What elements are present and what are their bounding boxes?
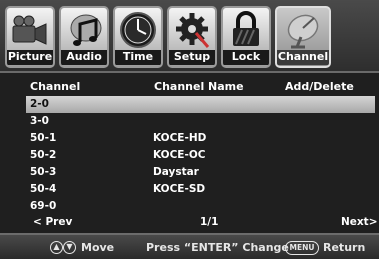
channel-name: KOCE-OC [153, 149, 206, 161]
next-page-button[interactable]: Next> [341, 216, 378, 228]
channel-number: 69-0 [30, 200, 57, 212]
tab-label: Lock [223, 50, 269, 65]
channel-row[interactable]: 69-0 [26, 198, 375, 215]
menu-key-icon: MENU [285, 241, 319, 255]
page-navigation: < Prev 1/1 Next> [0, 215, 379, 231]
channel-row[interactable]: 3-0 [26, 113, 375, 130]
tab-time[interactable]: Time [113, 6, 163, 68]
channel-name: KOCE-HD [153, 132, 207, 144]
channel-list: 2-0 3-0 50-1 KOCE-HD 50-2 KOCE-OC 50-3 D… [0, 96, 379, 214]
tab-label: Time [115, 50, 161, 65]
header-channel: Channel [30, 80, 81, 93]
tab-setup[interactable]: Setup [167, 6, 217, 68]
channel-name: Daystar [153, 166, 199, 178]
footer-help-bar: ▲ ▼ Move Press “ENTER” Change MENU Retur… [0, 233, 379, 259]
move-hint: Move [81, 241, 115, 254]
tab-picture[interactable]: Picture [5, 6, 55, 68]
tab-audio[interactable]: Audio [59, 6, 109, 68]
tab-label: Channel [277, 50, 329, 65]
camera-icon [12, 15, 47, 45]
menu-tab-bar: Picture Audio Time Setup Lock Channel [0, 0, 379, 73]
channel-number: 50-2 [30, 149, 57, 161]
channel-number: 50-1 [30, 132, 57, 144]
channel-number: 3-0 [30, 115, 49, 127]
channel-number: 50-4 [30, 183, 57, 195]
tab-lock[interactable]: Lock [221, 6, 271, 68]
channel-row[interactable]: 2-0 [26, 96, 375, 113]
down-arrow-icon: ▼ [63, 241, 76, 254]
up-arrow-icon: ▲ [50, 241, 63, 254]
tab-channel[interactable]: Channel [275, 6, 331, 68]
return-hint: Return [323, 241, 366, 254]
channel-menu-screen: Picture Audio Time Setup Lock Channel Ch… [0, 0, 379, 259]
tab-label: Audio [61, 50, 107, 65]
clock-icon [120, 12, 156, 48]
header-add-delete: Add/Delete [285, 80, 354, 93]
channel-number: 50-3 [30, 166, 57, 178]
satellite-dish-icon [287, 14, 319, 49]
padlock-icon [233, 11, 259, 46]
music-note-icon [70, 14, 102, 46]
prev-page-button[interactable]: < Prev [33, 216, 72, 228]
page-indicator: 1/1 [200, 216, 219, 228]
enter-hint: Press “ENTER” Change [146, 241, 289, 254]
channel-row[interactable]: 50-1 KOCE-HD [26, 130, 375, 147]
channel-row[interactable]: 50-4 KOCE-SD [26, 181, 375, 198]
channel-name: KOCE-SD [153, 183, 206, 195]
tab-label: Picture [7, 50, 53, 65]
gear-icon [176, 13, 210, 48]
channel-row[interactable]: 50-3 Daystar [26, 164, 375, 181]
channel-list-header: Channel Channel Name Add/Delete [0, 78, 379, 96]
channel-row[interactable]: 50-2 KOCE-OC [26, 147, 375, 164]
channel-number: 2-0 [30, 98, 49, 110]
header-channel-name: Channel Name [154, 80, 244, 93]
tab-label: Setup [169, 50, 215, 65]
